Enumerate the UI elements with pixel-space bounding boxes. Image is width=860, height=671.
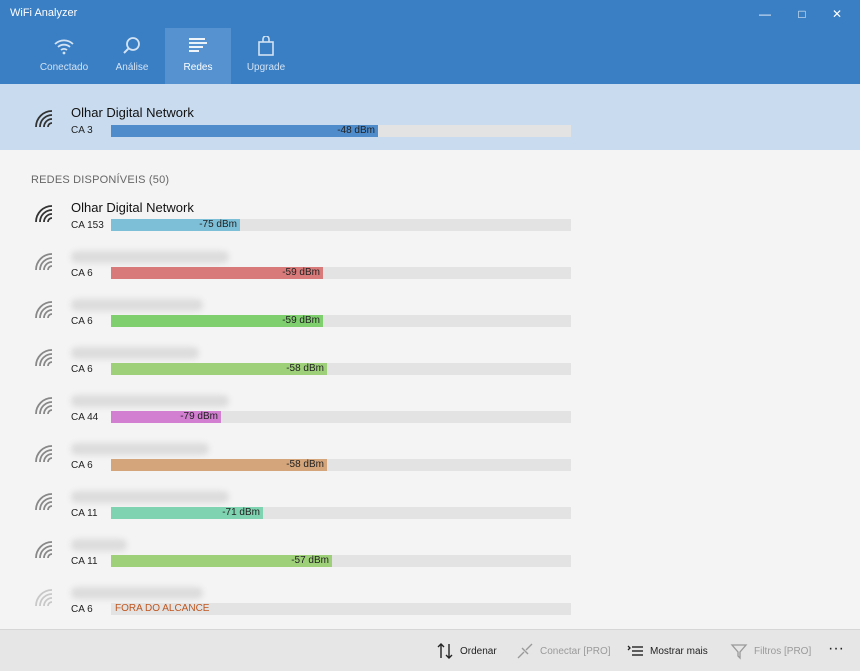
network-channel: CA 6 <box>71 364 93 375</box>
filters-label: Filtros [PRO] <box>754 645 812 657</box>
connect-button[interactable]: Conectar [PRO] <box>516 630 611 671</box>
shopping-bag-icon <box>236 36 296 58</box>
show-more-button[interactable]: Mostrar mais <box>626 630 708 671</box>
section-label: REDES DISPONÍVEIS (50) <box>31 174 170 186</box>
network-name: Olhar Digital Network <box>71 200 194 215</box>
list-icon <box>165 36 231 58</box>
filter-icon <box>730 644 748 660</box>
network-name-redacted <box>71 395 229 407</box>
signal-bar: -58 dBm <box>111 459 571 471</box>
signal-bar: -57 dBm <box>111 555 571 567</box>
tab-label: Conectado <box>39 62 89 73</box>
network-name-redacted <box>71 587 203 599</box>
filters-button[interactable]: Filtros [PRO] <box>730 630 811 671</box>
signal-strength: -58 dBm <box>286 363 324 374</box>
tab-analise[interactable]: Análise <box>104 28 160 84</box>
network-channel: CA 3 <box>71 125 93 136</box>
sort-button[interactable]: Ordenar <box>436 630 497 671</box>
wifi-signal-icon <box>33 539 55 559</box>
signal-strength: -79 dBm <box>180 411 218 422</box>
wifi-signal-icon <box>33 108 55 128</box>
tab-bar: Conectado Análise Redes Upgrade <box>0 28 860 84</box>
close-button[interactable]: ✕ <box>814 0 860 28</box>
signal-strength: -59 dBm <box>282 315 320 326</box>
connect-label: Conectar [PRO] <box>540 645 611 657</box>
network-name-redacted <box>71 299 203 311</box>
sort-icon <box>437 643 453 659</box>
tab-upgrade[interactable]: Upgrade <box>236 28 296 84</box>
connect-icon <box>517 643 533 659</box>
signal-strength: -57 dBm <box>291 555 329 566</box>
wifi-signal-icon <box>33 491 55 511</box>
window-title: WiFi Analyzer <box>10 7 78 19</box>
signal-bar: -79 dBm <box>111 411 571 423</box>
signal-bar: -75 dBm <box>111 219 571 231</box>
wifi-icon <box>28 36 100 58</box>
out-of-range-label: FORA DO ALCANCE <box>115 603 210 614</box>
signal-bar: -59 dBm <box>111 267 571 279</box>
network-name-redacted <box>71 443 209 455</box>
tab-label: Análise <box>115 62 149 73</box>
network-name-redacted <box>71 491 229 503</box>
network-channel: CA 11 <box>71 556 98 567</box>
network-channel: CA 44 <box>71 412 99 423</box>
network-name-redacted <box>71 251 229 263</box>
signal-strength: -71 dBm <box>222 507 260 518</box>
wifi-signal-icon <box>33 395 55 415</box>
network-name: Olhar Digital Network <box>71 105 194 120</box>
command-bar: Ordenar Conectar [PRO] Mostrar mais Filt… <box>0 629 860 671</box>
network-name-redacted <box>71 539 127 551</box>
tab-redes[interactable]: Redes <box>165 28 231 84</box>
network-name-redacted <box>71 347 199 359</box>
wifi-signal-icon <box>33 443 55 463</box>
network-channel: CA 6 <box>71 460 93 471</box>
sort-label: Ordenar <box>460 645 497 657</box>
show-more-label: Mostrar mais <box>650 645 708 657</box>
signal-bar: -48 dBm <box>111 125 571 137</box>
magnifier-icon <box>104 36 160 58</box>
wifi-signal-icon <box>33 587 55 607</box>
wifi-signal-icon <box>33 347 55 367</box>
network-channel: CA 6 <box>71 268 93 279</box>
connected-network[interactable]: Olhar Digital Network CA 3 -48 dBm <box>0 84 860 150</box>
signal-strength: -75 dBm <box>199 219 237 230</box>
tab-conectado[interactable]: Conectado <box>28 28 100 84</box>
network-channel: CA 153 <box>71 220 104 231</box>
signal-bar: FORA DO ALCANCE <box>111 603 571 615</box>
network-channel: CA 6 <box>71 316 93 327</box>
title-bar: WiFi Analyzer — □ ✕ <box>0 0 860 28</box>
wifi-signal-icon <box>33 251 55 271</box>
list-more-icon <box>627 645 643 656</box>
tab-label: Redes <box>183 62 213 73</box>
signal-strength: -58 dBm <box>286 459 324 470</box>
network-channel: CA 6 <box>71 604 93 615</box>
network-channel: CA 11 <box>71 508 98 519</box>
signal-bar: -71 dBm <box>111 507 571 519</box>
signal-strength: -59 dBm <box>282 267 320 278</box>
signal-bar: -58 dBm <box>111 363 571 375</box>
wifi-signal-icon <box>33 299 55 319</box>
tab-label: Upgrade <box>246 62 286 73</box>
signal-bar: -59 dBm <box>111 315 571 327</box>
wifi-signal-icon <box>33 203 55 223</box>
signal-strength: -48 dBm <box>337 125 375 136</box>
more-options-button[interactable]: ··· <box>828 630 844 671</box>
